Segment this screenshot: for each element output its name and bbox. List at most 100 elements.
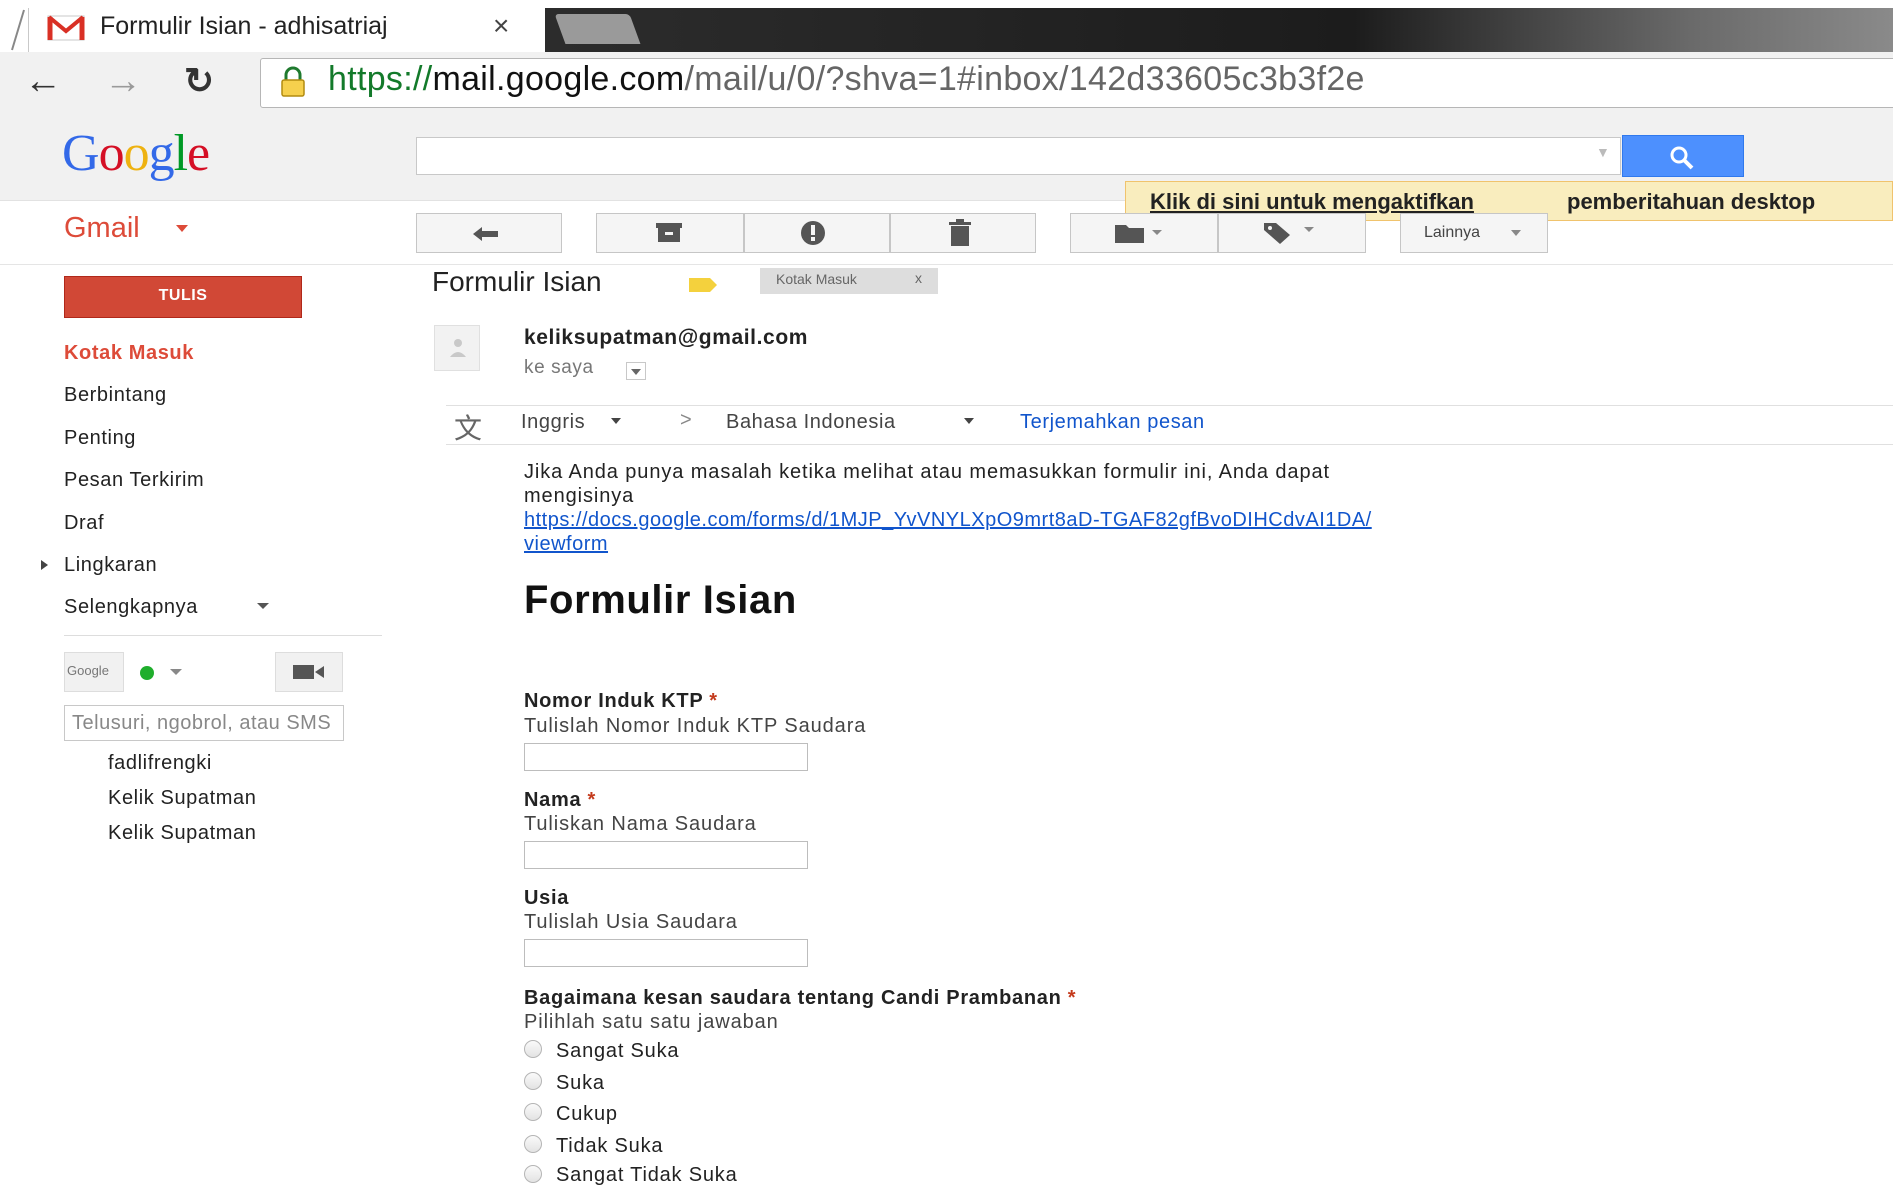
- spam-icon: [801, 221, 825, 245]
- expand-arrow-icon[interactable]: [41, 560, 48, 570]
- chat-contact[interactable]: fadlifrengki: [108, 752, 212, 775]
- tab-strip-background: [545, 8, 1893, 52]
- name-input[interactable]: [524, 841, 808, 869]
- radio-sangat-suka[interactable]: [524, 1040, 542, 1058]
- label-icon: [1264, 223, 1314, 244]
- reply-icon: [473, 227, 498, 241]
- forward-arrow-icon[interactable]: →: [104, 60, 142, 103]
- sidebar-item-drafts[interactable]: Draf: [64, 512, 104, 535]
- url-scheme: https://: [328, 60, 433, 98]
- logo-letter: e: [187, 125, 210, 182]
- radio-label[interactable]: Cukup: [556, 1103, 618, 1126]
- chat-search-placeholder: Telusuri, ngobrol, atau SMS: [72, 712, 332, 734]
- video-camera-icon: [293, 665, 324, 679]
- question-text: Usia: [524, 887, 570, 909]
- sidebar-item-important[interactable]: Penting: [64, 427, 136, 450]
- question-label: Nomor Induk KTP *: [524, 690, 718, 713]
- logo-letter: g: [148, 125, 175, 182]
- source-language-select[interactable]: Inggris: [521, 411, 585, 434]
- sender-email[interactable]: keliksupatman@gmail.com: [524, 326, 808, 350]
- message-subject: Formulir Isian: [432, 266, 602, 297]
- sidebar-item-circles[interactable]: Lingkaran: [64, 554, 157, 577]
- intro-text: Jika Anda punya masalah ketika melihat a…: [524, 461, 1330, 483]
- search-input[interactable]: [416, 137, 1621, 175]
- age-input[interactable]: [524, 939, 808, 967]
- sidebar-item-starred[interactable]: Berbintang: [64, 384, 167, 407]
- radio-sangat-tidak-suka[interactable]: [524, 1165, 542, 1183]
- tab-close-icon[interactable]: ×: [493, 10, 509, 42]
- radio-suka[interactable]: [524, 1072, 542, 1090]
- target-language-select[interactable]: Bahasa Indonesia: [726, 411, 896, 434]
- tab-strip-edge: [11, 9, 25, 51]
- reload-icon[interactable]: ↻: [184, 60, 214, 102]
- more-actions-label: Lainnya: [1424, 224, 1481, 241]
- question-text: Bagaimana kesan saudara tentang Candi Pr…: [524, 987, 1062, 1009]
- search-icon: [1670, 146, 1694, 170]
- chevron-down-icon[interactable]: [170, 669, 182, 675]
- sidebar-item-sent[interactable]: Pesan Terkirim: [64, 469, 204, 492]
- required-mark: *: [587, 789, 597, 811]
- form-link[interactable]: viewform: [524, 533, 608, 556]
- radio-tidak-suka[interactable]: [524, 1135, 542, 1153]
- radio-label[interactable]: Suka: [556, 1072, 605, 1095]
- sender-avatar[interactable]: [434, 325, 480, 371]
- sidebar-item-inbox[interactable]: Kotak Masuk: [64, 342, 194, 365]
- recipient-text: ke saya: [524, 357, 594, 378]
- new-tab-button[interactable]: [554, 14, 641, 44]
- notification-text: pemberitahuan desktop: [1567, 189, 1816, 214]
- status-available-icon[interactable]: [140, 666, 154, 680]
- person-icon: [450, 339, 466, 357]
- chevron-down-icon[interactable]: [611, 418, 621, 424]
- google-logo[interactable]: Google: [62, 124, 210, 183]
- question-label: Bagaimana kesan saudara tentang Candi Pr…: [524, 987, 1076, 1010]
- form-title: Formulir Isian: [524, 578, 797, 622]
- form-link[interactable]: https://docs.google.com/forms/d/1MJP_YvV…: [524, 509, 1372, 532]
- chat-contact[interactable]: Kelik Supatman: [108, 822, 256, 845]
- show-details-button[interactable]: [626, 362, 646, 380]
- url-host: mail.google.com: [432, 60, 685, 98]
- question-text: Nomor Induk KTP: [524, 690, 704, 712]
- intro-text: mengisinya: [524, 485, 635, 507]
- question-help: Tulislah Nomor Induk KTP Saudara: [524, 715, 867, 737]
- logo-letter: o: [98, 125, 125, 182]
- chat-account-logo: Google: [64, 652, 124, 692]
- chevron-down-icon: [1511, 230, 1521, 236]
- radio-label[interactable]: Tidak Suka: [556, 1135, 663, 1158]
- translate-arrow: >: [680, 409, 692, 431]
- inbox-label-text: Kotak Masuk: [776, 271, 857, 287]
- trash-icon: [949, 219, 971, 246]
- required-mark: *: [709, 690, 718, 712]
- logo-letter: o: [123, 125, 150, 182]
- question-help: Tuliskan Nama Saudara: [524, 813, 757, 835]
- enable-notifications-link[interactable]: Klik di sini untuk mengaktifkan: [1150, 189, 1474, 215]
- translate-message-link[interactable]: Terjemahkan pesan: [1020, 411, 1205, 434]
- chevron-down-icon[interactable]: [964, 418, 974, 424]
- ktp-number-input[interactable]: [524, 743, 808, 771]
- remove-label-icon[interactable]: x: [915, 270, 922, 286]
- folder-icon: [1115, 225, 1162, 243]
- gmail-icon: [47, 15, 85, 41]
- chevron-down-icon[interactable]: [257, 603, 269, 609]
- logo-letter: l: [173, 125, 188, 182]
- url-text[interactable]: https://mail.google.com/mail/u/0/?shva=1…: [328, 60, 1365, 99]
- radio-label[interactable]: Sangat Suka: [556, 1040, 679, 1063]
- gmail-menu-label[interactable]: Gmail: [64, 212, 140, 245]
- question-text: Nama: [524, 789, 582, 811]
- chevron-down-icon: [631, 369, 641, 375]
- required-mark: *: [1067, 987, 1077, 1009]
- search-options-icon[interactable]: ▼: [1596, 144, 1610, 160]
- back-arrow-icon[interactable]: ←: [24, 60, 62, 103]
- archive-icon: [656, 223, 682, 242]
- logo-letter: G: [62, 125, 100, 182]
- sidebar-item-more[interactable]: Selengkapnya: [64, 596, 198, 619]
- question-label: Usia: [524, 887, 569, 910]
- radio-label[interactable]: Sangat Tidak Suka: [556, 1164, 738, 1187]
- toolbar-divider: [0, 264, 1893, 265]
- question-help: Pilihlah satu satu jawaban: [524, 1011, 779, 1033]
- radio-cukup[interactable]: [524, 1103, 542, 1121]
- chevron-down-icon[interactable]: [176, 225, 188, 232]
- translate-icon: 文: [454, 413, 483, 444]
- important-marker-icon[interactable]: [688, 277, 718, 293]
- question-label: Nama *: [524, 789, 596, 812]
- chat-contact[interactable]: Kelik Supatman: [108, 787, 256, 810]
